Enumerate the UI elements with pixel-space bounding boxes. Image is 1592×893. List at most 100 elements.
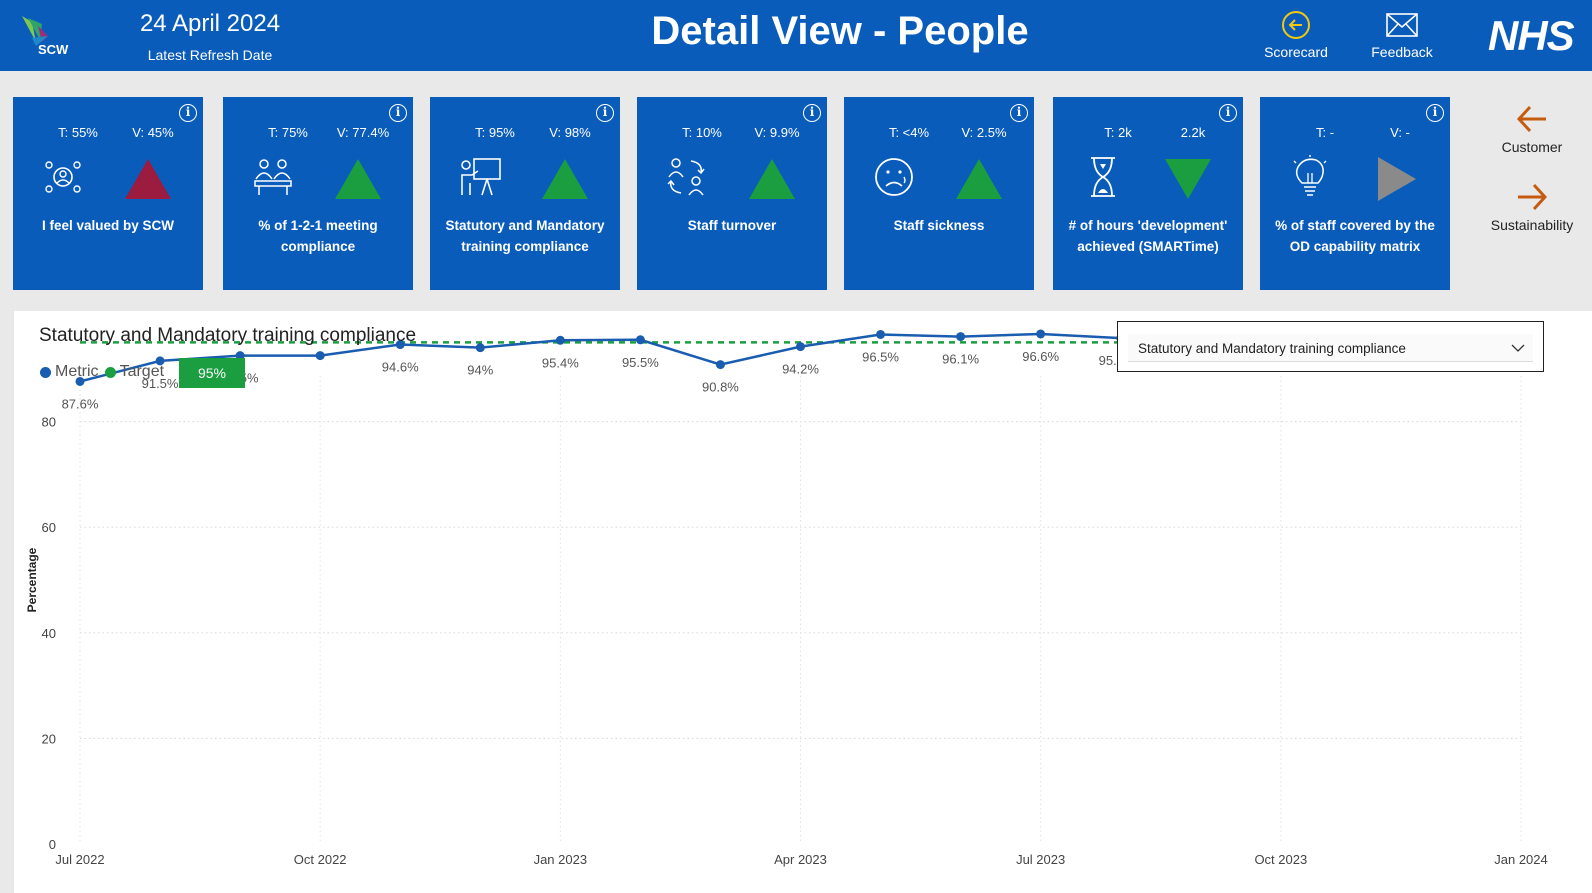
envelope-icon bbox=[1386, 13, 1418, 37]
x-tick-label: Oct 2022 bbox=[294, 852, 347, 867]
info-icon[interactable]: i bbox=[1010, 104, 1028, 122]
kpi-label: Staff sickness bbox=[852, 215, 1026, 236]
y-tick-label: 40 bbox=[42, 626, 56, 641]
kpi-value: V: 45% bbox=[132, 125, 174, 140]
kpi-target: T: <4% bbox=[888, 125, 930, 140]
back-arrow-circle-icon bbox=[1282, 11, 1310, 39]
kpi-card-od-capability[interactable]: i T: - V: - % of staff covered by the OD cap… bbox=[1260, 97, 1450, 290]
kpi-target: T: 95% bbox=[475, 125, 515, 140]
sustainability-nav-label: Sustainability bbox=[1490, 217, 1574, 233]
nhs-logo: NHS bbox=[1488, 12, 1575, 59]
kpi-card-valued[interactable]: i T: 55% V: 45% I feel valued by SCW bbox=[13, 97, 203, 290]
kpi-card-staff-turnover[interactable]: i T: 10% V: 9.9% Staff turnover bbox=[637, 97, 827, 290]
metric-point bbox=[475, 343, 485, 353]
kpi-value: V: 77.4% bbox=[336, 125, 390, 140]
data-label: 95.4% bbox=[542, 355, 579, 370]
kpi-label-line: OD capability matrix bbox=[1289, 239, 1421, 254]
data-label: 94.2% bbox=[782, 362, 819, 377]
data-label: 95.5% bbox=[622, 355, 659, 370]
scorecard-label: Scorecard bbox=[1264, 44, 1328, 60]
compliance-line-chart: 0 20 40 60 80 Jul 2022 Oct 2022 Jan 2023 Apr 202… bbox=[25, 322, 1548, 867]
customer-nav-button[interactable]: Customer bbox=[1482, 103, 1582, 155]
valued-people-icon bbox=[45, 161, 81, 193]
kpi-label: # of hours 'development' achieved (SMARTi… bbox=[1061, 215, 1235, 257]
hourglass-icon bbox=[1091, 157, 1115, 197]
x-tick-label: Jul 2023 bbox=[1016, 852, 1065, 867]
kpi-label-line: achieved (SMARTime) bbox=[1077, 239, 1219, 254]
chart-title: Statutory and Mandatory training complia… bbox=[39, 325, 417, 346]
chevron-down-icon[interactable] bbox=[1511, 342, 1525, 354]
metric-point bbox=[796, 342, 805, 352]
refresh-date: 24 April 2024 bbox=[139, 10, 281, 37]
kpi-value: V: 2.5% bbox=[961, 125, 1007, 140]
metric-point bbox=[555, 335, 565, 345]
data-label: 94.6% bbox=[382, 360, 419, 375]
kpi-card-one-to-one[interactable]: i T: 75% V: 77.4% % of 1-2-1 meeting complia… bbox=[223, 97, 413, 290]
metric-point bbox=[1036, 329, 1046, 339]
kpi-label: % of staff covered by the OD capability m… bbox=[1268, 215, 1442, 257]
legend-target: Target bbox=[104, 363, 164, 381]
data-label: 87.6% bbox=[62, 396, 99, 411]
info-icon[interactable]: i bbox=[179, 104, 197, 122]
kpi-label-line: training compliance bbox=[461, 239, 589, 254]
kpi-value: 2.2k bbox=[1180, 125, 1206, 140]
y-tick-label: 60 bbox=[42, 520, 56, 535]
legend-metric-label: Metric bbox=[55, 363, 99, 380]
metric-point bbox=[635, 335, 645, 345]
triangle-up-indicator-icon bbox=[542, 159, 588, 199]
x-tick-label: Jul 2022 bbox=[55, 852, 104, 867]
metric-point bbox=[876, 329, 886, 339]
lightbulb-icon bbox=[1293, 155, 1327, 196]
kpi-label-line: compliance bbox=[280, 239, 356, 254]
info-icon[interactable]: i bbox=[803, 104, 821, 122]
y-tick-label: 80 bbox=[42, 415, 56, 430]
kpi-label-line: Staff turnover bbox=[687, 218, 777, 233]
left-arrow-icon bbox=[1516, 105, 1546, 133]
customer-nav-label: Customer bbox=[1501, 139, 1563, 155]
y-axis-label: Percentage bbox=[25, 547, 39, 612]
kpi-value: V: - bbox=[1390, 125, 1410, 140]
info-icon[interactable]: i bbox=[1219, 104, 1237, 122]
scw-logo-text: SCW bbox=[38, 42, 69, 57]
metric-point bbox=[956, 332, 966, 342]
presentation-icon bbox=[461, 158, 501, 196]
data-label: 96.5% bbox=[862, 349, 899, 364]
x-tick-label: Oct 2023 bbox=[1254, 852, 1307, 867]
triangle-up-indicator-icon bbox=[125, 159, 171, 199]
data-label: 96.1% bbox=[942, 352, 979, 367]
legend-target-marker bbox=[104, 366, 116, 378]
triangle-right-indicator-icon bbox=[1378, 157, 1416, 201]
kpi-label-line: I feel valued by SCW bbox=[41, 218, 175, 233]
kpi-label-line: % of 1-2-1 meeting bbox=[258, 218, 378, 233]
metric-dropdown-field[interactable]: Statutory and Mandatory training complia… bbox=[1128, 334, 1533, 362]
kpi-label: % of 1-2-1 meeting compliance bbox=[231, 215, 405, 257]
kpi-target: T: 2k bbox=[1104, 125, 1132, 140]
feedback-button[interactable]: Feedback bbox=[1352, 10, 1452, 60]
sustainability-nav-button[interactable]: Sustainability bbox=[1482, 181, 1582, 233]
info-icon[interactable]: i bbox=[389, 104, 407, 122]
legend-metric-marker bbox=[40, 366, 51, 378]
kpi-card-statutory-training[interactable]: i T: 95% V: 98% Statutory and Mandatory trai… bbox=[430, 97, 620, 290]
kpi-target: T: 55% bbox=[58, 125, 98, 140]
feedback-label: Feedback bbox=[1371, 44, 1433, 60]
kpi-card-staff-sickness[interactable]: i T: <4% V: 2.5% Staff sickness bbox=[844, 97, 1034, 290]
sad-face-icon bbox=[875, 158, 913, 196]
kpi-value: V: 98% bbox=[549, 125, 591, 140]
top-header: SCW 24 April 2024 Latest Refresh Date De… bbox=[0, 0, 1592, 71]
info-icon[interactable]: i bbox=[596, 104, 614, 122]
data-label: 94% bbox=[467, 363, 493, 378]
kpi-target: T: - bbox=[1315, 125, 1335, 140]
kpi-label-line: Statutory and Mandatory bbox=[445, 218, 605, 233]
info-icon[interactable]: i bbox=[1426, 104, 1444, 122]
legend-metric: Metric bbox=[40, 363, 99, 381]
metric-dropdown[interactable]: Statutory and Mandatory training complia… bbox=[1117, 321, 1544, 372]
meeting-icon bbox=[254, 159, 292, 195]
chart-legend: Metric Target bbox=[40, 363, 170, 381]
x-tick-label: Apr 2023 bbox=[774, 852, 827, 867]
scorecard-button[interactable]: Scorecard bbox=[1246, 10, 1346, 60]
triangle-up-indicator-icon bbox=[956, 159, 1002, 199]
kpi-card-development-hours[interactable]: i T: 2k 2.2k # of hours 'development' achiev… bbox=[1053, 97, 1243, 290]
kpi-label-line: Staff sickness bbox=[893, 218, 985, 233]
y-tick-label: 20 bbox=[42, 731, 56, 746]
right-arrow-icon bbox=[1518, 183, 1548, 211]
